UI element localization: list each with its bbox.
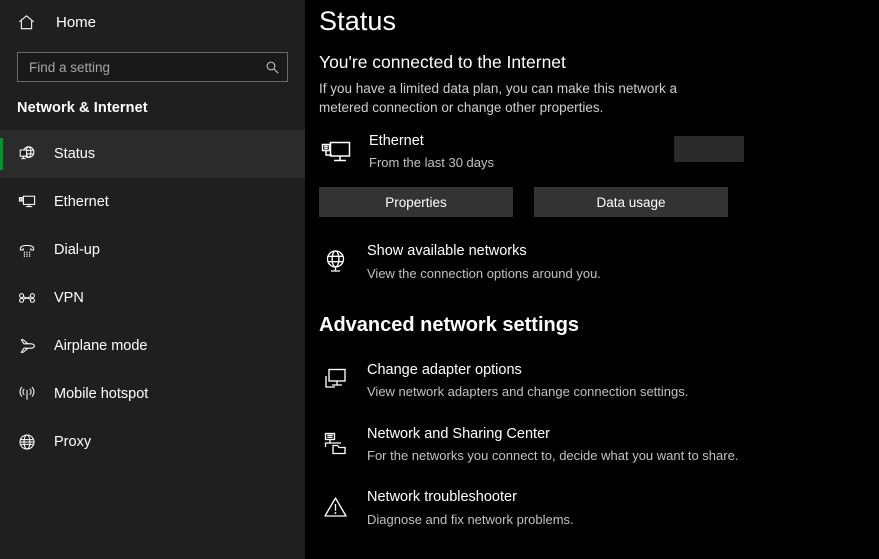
link-title: Change adapter options: [367, 362, 688, 379]
status-globe-monitor-icon: [17, 144, 37, 164]
search-button[interactable]: [257, 53, 287, 81]
redacted-usage-value: [674, 136, 744, 162]
search-box[interactable]: [17, 52, 288, 82]
connection-heading: You're connected to the Internet: [319, 52, 879, 73]
network-summary: Ethernet From the last 30 days: [319, 133, 879, 170]
home-icon: [17, 13, 36, 32]
sidebar-item-label: Dial-up: [54, 243, 100, 258]
sidebar-home-button[interactable]: Home: [0, 6, 305, 38]
search-input[interactable]: [18, 53, 257, 81]
link-text: Change adapter options View network adap…: [367, 362, 688, 401]
network-text: Ethernet From the last 30 days: [369, 133, 494, 170]
airplane-icon: [17, 336, 37, 356]
sidebar-item-proxy[interactable]: Proxy: [0, 418, 305, 466]
network-and-sharing-center-link[interactable]: Network and Sharing Center For the netwo…: [319, 426, 879, 465]
link-text: Network and Sharing Center For the netwo…: [367, 426, 738, 465]
advanced-settings-list: Change adapter options View network adap…: [319, 362, 879, 528]
search-icon: [265, 60, 280, 75]
link-title: Network and Sharing Center: [367, 426, 738, 443]
change-adapter-options-link[interactable]: Change adapter options View network adap…: [319, 362, 879, 401]
link-description: View network adapters and change connect…: [367, 384, 688, 400]
sharing-center-icon: [319, 428, 351, 460]
vpn-key-icon: [17, 288, 37, 308]
network-row: Ethernet From the last 30 days: [319, 133, 879, 170]
page-title: Status: [319, 6, 879, 37]
link-description: View the connection options around you.: [367, 266, 601, 282]
network-actions: Properties Data usage: [319, 187, 879, 217]
sidebar-item-airplane-mode[interactable]: Airplane mode: [0, 322, 305, 370]
sidebar-item-mobile-hotspot[interactable]: Mobile hotspot: [0, 370, 305, 418]
warning-triangle-icon: [319, 491, 351, 523]
sidebar: Home Network & Internet: [0, 0, 305, 559]
sidebar-item-label: Airplane mode: [54, 339, 148, 354]
link-text: Show available networks View the connect…: [367, 243, 601, 282]
ethernet-icon: [17, 192, 37, 212]
sidebar-category-title: Network & Internet: [17, 100, 305, 116]
link-text: Network troubleshooter Diagnose and fix …: [367, 489, 574, 528]
link-description: Diagnose and fix network problems.: [367, 512, 574, 528]
link-title: Network troubleshooter: [367, 489, 574, 506]
sidebar-item-label: Status: [54, 147, 95, 162]
sidebar-home-label: Home: [56, 15, 96, 30]
sidebar-item-label: Mobile hotspot: [54, 387, 148, 402]
sidebar-item-label: VPN: [54, 291, 84, 306]
globe-monitor-icon: [319, 245, 351, 277]
sidebar-nav-list: Status Ethernet: [0, 130, 305, 466]
sidebar-item-vpn[interactable]: VPN: [0, 274, 305, 322]
sidebar-item-status[interactable]: Status: [0, 130, 305, 178]
hotspot-signal-icon: [17, 384, 37, 404]
data-usage-button[interactable]: Data usage: [534, 187, 728, 217]
link-description: For the networks you connect to, decide …: [367, 448, 738, 464]
settings-window: Home Network & Internet: [0, 0, 879, 559]
network-period: From the last 30 days: [369, 155, 494, 171]
connection-description: If you have a limited data plan, you can…: [319, 79, 723, 117]
sidebar-item-ethernet[interactable]: Ethernet: [0, 178, 305, 226]
network-name: Ethernet: [369, 133, 494, 150]
dialup-phone-icon: [17, 240, 37, 260]
show-available-networks-link[interactable]: Show available networks View the connect…: [319, 243, 879, 282]
globe-icon: [17, 432, 37, 452]
main-content: Status You're connected to the Internet …: [305, 0, 879, 559]
sidebar-item-label: Ethernet: [54, 195, 109, 210]
selection-indicator: [0, 138, 3, 170]
advanced-section-title: Advanced network settings: [319, 313, 879, 337]
sidebar-item-label: Proxy: [54, 435, 91, 450]
ethernet-monitor-icon: [319, 135, 353, 169]
adapter-monitor-icon: [319, 364, 351, 396]
link-title: Show available networks: [367, 243, 601, 260]
properties-button[interactable]: Properties: [319, 187, 513, 217]
sidebar-item-dial-up[interactable]: Dial-up: [0, 226, 305, 274]
network-troubleshooter-link[interactable]: Network troubleshooter Diagnose and fix …: [319, 489, 879, 528]
